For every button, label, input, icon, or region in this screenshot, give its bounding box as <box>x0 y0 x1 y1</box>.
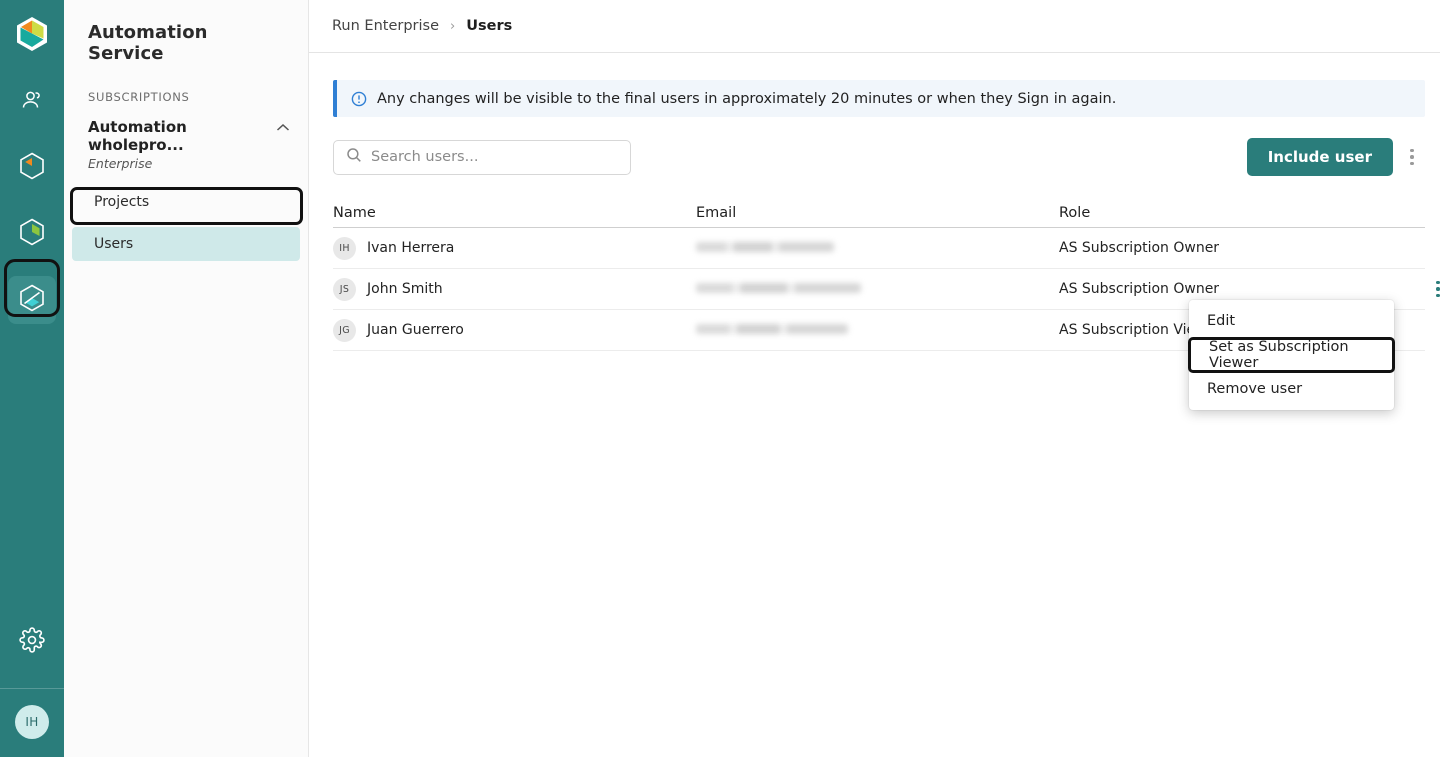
user-name: John Smith <box>367 281 443 297</box>
row-context-menu: Edit Set as Subscription Viewer Remove u… <box>1188 300 1395 410</box>
avatar: JS <box>333 277 356 301</box>
avatar[interactable]: IH <box>15 705 49 739</box>
menu-item-remove-user[interactable]: Remove user <box>1189 373 1394 405</box>
people-icon <box>19 87 45 117</box>
table-header-row: Name Email Role <box>333 198 1425 228</box>
row-actions <box>1425 272 1440 306</box>
chevron-up-icon[interactable] <box>276 122 290 137</box>
menu-item-label: Set as Subscription Viewer <box>1209 339 1349 371</box>
menu-item-set-as-subscription-viewer[interactable]: Set as Subscription Viewer <box>1188 337 1395 373</box>
rail-item-hexagon-teal[interactable] <box>8 276 56 324</box>
info-banner: Any changes will be visible to the final… <box>333 80 1425 117</box>
rail-item-people[interactable] <box>8 78 56 126</box>
cell-email <box>696 281 1059 297</box>
subscription-name: Automation wholepro... <box>88 118 187 154</box>
sidebar: Automation Service SUBSCRIPTIONS Automat… <box>64 0 309 757</box>
rail-item-hexagon-orange[interactable] <box>8 144 56 192</box>
rail-divider <box>0 688 64 689</box>
main-content: Run Enterprise › Users Any changes will … <box>309 0 1440 757</box>
hexagon-orange-icon <box>19 152 45 184</box>
sidebar-item-users[interactable]: Users <box>72 227 300 261</box>
gear-icon <box>19 627 45 657</box>
cell-name: IH Ivan Herrera <box>333 236 696 260</box>
subscription-info: Automation wholepro... Enterprise <box>88 118 276 171</box>
cell-name: JG Juan Guerrero <box>333 318 696 342</box>
subscription-plan: Enterprise <box>88 156 153 171</box>
sidebar-item-label: Projects <box>94 194 150 210</box>
sidebar-section-label: SUBSCRIPTIONS <box>88 90 190 104</box>
table-row[interactable]: IH Ivan Herrera AS Subscription Owner <box>333 228 1425 269</box>
subscription-selector[interactable]: Automation wholepro... Enterprise <box>64 104 308 171</box>
info-banner-text: Any changes will be visible to the final… <box>377 90 1117 107</box>
menu-item-label: Remove user <box>1207 381 1303 397</box>
app-root: IH Automation Service SUBSCRIPTIONS Auto… <box>0 0 1440 757</box>
settings-button[interactable] <box>8 618 56 666</box>
user-name: Juan Guerrero <box>367 322 464 338</box>
breadcrumb-separator: › <box>450 18 456 34</box>
email-redacted <box>696 324 848 334</box>
breadcrumb-current: Users <box>466 18 513 34</box>
hexagon-teal-icon <box>19 284 45 316</box>
cell-email <box>696 322 1059 338</box>
cell-role: AS Subscription Owner <box>1059 281 1220 297</box>
toolbar-actions: Include user <box>1246 138 1425 176</box>
sidebar-item-label: Users <box>94 236 134 252</box>
column-header-role: Role <box>1059 205 1091 221</box>
toolbar: Include user <box>333 138 1425 176</box>
icon-rail: IH <box>0 0 64 757</box>
column-header-email: Email <box>696 205 737 221</box>
cell-email <box>696 240 1059 256</box>
rail-item-hexagon-green[interactable] <box>8 210 56 258</box>
row-overflow-menu-icon[interactable] <box>1425 272 1440 306</box>
avatar: JG <box>333 318 356 342</box>
search-input[interactable] <box>371 149 618 165</box>
breadcrumb-parent[interactable]: Run Enterprise <box>332 18 439 34</box>
user-name: Ivan Herrera <box>367 240 455 256</box>
menu-item-label: Edit <box>1207 313 1236 329</box>
menu-item-edit[interactable]: Edit <box>1189 305 1394 337</box>
info-circle-icon <box>351 91 367 107</box>
search-icon <box>346 147 362 167</box>
email-redacted <box>696 283 861 293</box>
toolbar-overflow-menu-icon[interactable] <box>1399 140 1425 174</box>
rail-item-list <box>0 78 64 324</box>
cell-role: AS Subscription Owner <box>1059 240 1220 256</box>
sidebar-nav: Projects Users <box>64 185 308 261</box>
column-header-name: Name <box>333 205 376 221</box>
breadcrumb: Run Enterprise › Users <box>309 0 1440 53</box>
page-title: Automation Service <box>88 22 208 64</box>
email-redacted <box>696 242 834 252</box>
hexagon-logo-icon[interactable] <box>12 14 52 54</box>
search-box[interactable] <box>333 139 631 175</box>
include-user-button[interactable]: Include user <box>1246 138 1393 176</box>
rail-bottom: IH <box>0 618 64 757</box>
hexagon-green-icon <box>19 218 45 250</box>
sidebar-item-projects[interactable]: Projects <box>72 185 300 219</box>
avatar: IH <box>333 236 356 260</box>
cell-name: JS John Smith <box>333 277 696 301</box>
